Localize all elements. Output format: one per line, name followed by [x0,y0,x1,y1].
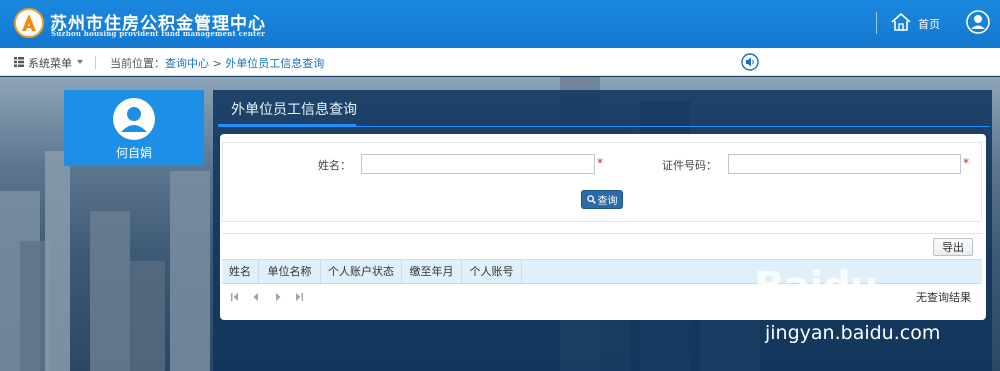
breadcrumb-link-query-center[interactable]: 查询中心 [165,57,209,70]
chevron-down-icon[interactable] [77,60,83,64]
menu-grid-icon[interactable] [14,57,24,67]
user-panel: 何自娟 [64,90,204,166]
name-label: 姓名： [318,159,351,172]
breadcrumb-separator: > [209,57,226,70]
export-button[interactable]: 导出 [933,238,973,256]
home-icon[interactable] [890,12,912,32]
id-number-input[interactable] [728,154,961,174]
top-header: 苏州市住房公积金管理中心 Suzhou housing provident fu… [0,0,1000,48]
logo-icon [14,8,44,38]
home-link[interactable]: 首页 [918,16,940,32]
name-required-mark: * [597,156,603,170]
user-account-icon[interactable] [966,10,990,34]
user-name: 何自娟 [115,146,152,160]
grid-toolbar [222,233,982,259]
baidu-watermark-logo: Baidu [754,264,878,310]
search-icon [586,195,596,204]
prev-page-icon[interactable] [251,292,261,302]
query-button-label: 查询 [597,196,618,207]
title-accent [218,124,356,127]
query-button[interactable]: 查询 [581,190,623,209]
avatar-icon [113,98,155,140]
toolbar-divider [95,56,96,69]
column-header-name[interactable]: 姓名 [222,260,259,284]
header-divider [876,12,877,34]
brand-subtitle: Suzhou housing provident fund management… [51,29,265,38]
name-input[interactable] [361,154,595,174]
empty-result-text: 无查询结果 [916,291,971,304]
id-required-mark: * [963,156,969,170]
baidu-watermark-url: jingyan.baidu.com [765,322,941,344]
breadcrumb: 当前位置：查询中心 > 外单位员工信息查询 [110,55,324,71]
column-header-account-number[interactable]: 个人账号 [462,260,522,284]
speaker-icon[interactable] [741,53,759,71]
column-header-unit-name[interactable]: 单位名称 [259,260,321,284]
last-page-icon[interactable] [294,292,304,302]
next-page-icon[interactable] [273,292,283,302]
column-header-paid-until[interactable]: 缴至年月 [402,260,462,284]
breadcrumb-prefix: 当前位置： [110,57,165,70]
system-menu-button[interactable]: 系统菜单 [28,55,72,71]
id-number-label: 证件号码： [662,159,717,172]
first-page-icon[interactable] [230,292,240,302]
column-header-account-status[interactable]: 个人账户状态 [321,260,402,284]
nav-bar: 系统菜单 当前位置：查询中心 > 外单位员工信息查询 [0,48,1000,76]
page-title: 外单位员工信息查询 [231,102,357,118]
breadcrumb-current[interactable]: 外单位员工信息查询 [225,57,324,70]
